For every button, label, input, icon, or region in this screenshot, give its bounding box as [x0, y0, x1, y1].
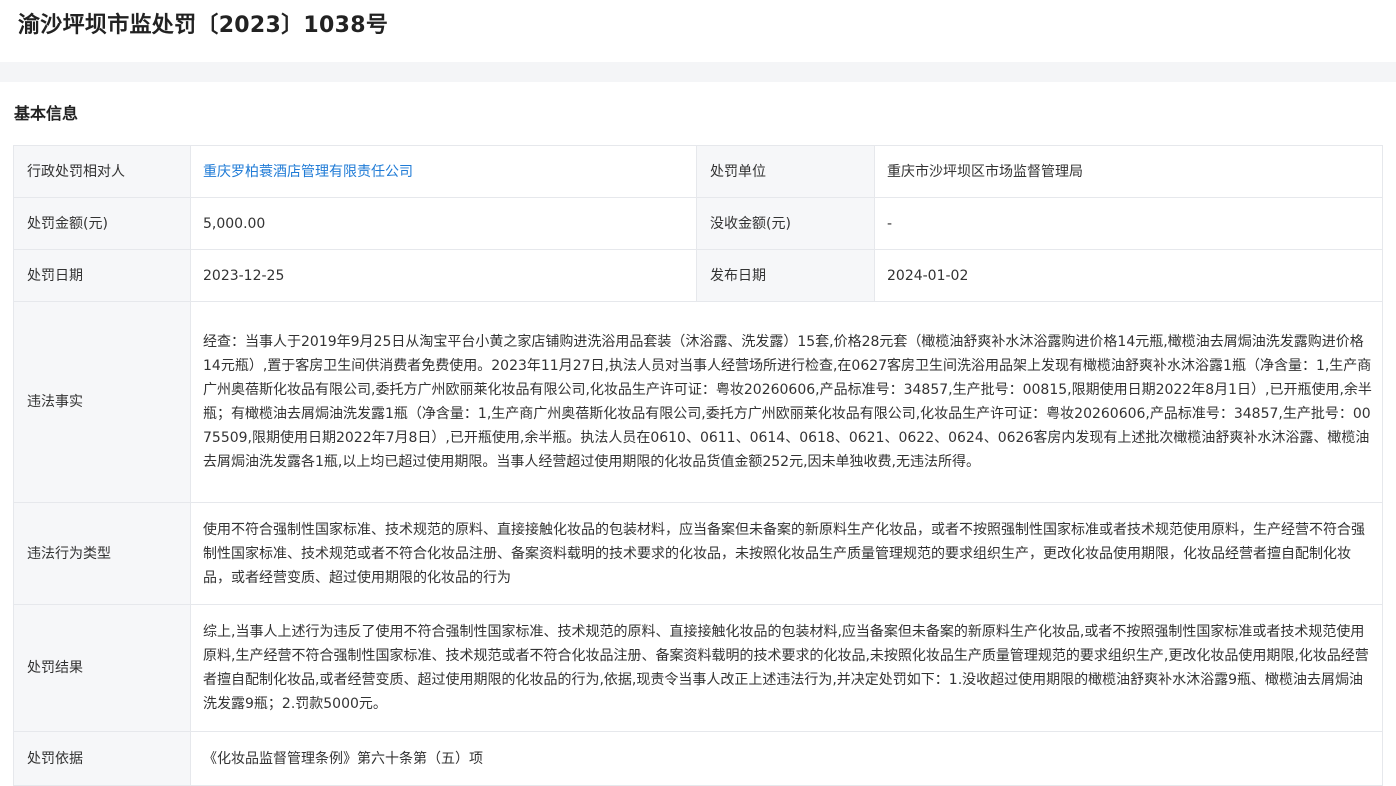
- table-row: 行政处罚相对人 重庆罗柏蓑酒店管理有限责任公司 处罚单位 重庆市沙坪坝区市场监督…: [13, 145, 1383, 198]
- party-label: 行政处罚相对人: [13, 145, 191, 198]
- table-row: 处罚结果 综上,当事人上述行为违反了使用不符合强制性国家标准、技术规范的原料、直…: [13, 604, 1383, 732]
- penalty-date-value: 2023-12-25: [190, 249, 697, 302]
- table-row: 违法行为类型 使用不符合强制性国家标准、技术规范的原料、直接接触化妆品的包装材料…: [13, 502, 1383, 605]
- unit-label: 处罚单位: [696, 145, 875, 198]
- penalty-date-label: 处罚日期: [13, 249, 191, 302]
- result-label: 处罚结果: [13, 604, 191, 732]
- basic-info-table: 行政处罚相对人 重庆罗柏蓑酒店管理有限责任公司 处罚单位 重庆市沙坪坝区市场监督…: [13, 145, 1383, 786]
- confiscated-label: 没收金额(元): [696, 197, 875, 250]
- basis-label: 处罚依据: [13, 731, 191, 786]
- page-title: 渝沙坪坝市监处罚〔2023〕1038号: [18, 13, 389, 38]
- facts-label: 违法事实: [13, 301, 191, 503]
- unit-value: 重庆市沙坪坝区市场监督管理局: [874, 145, 1383, 198]
- table-row: 处罚日期 2023-12-25 发布日期 2024-01-02: [13, 249, 1383, 302]
- violation-type-label: 违法行为类型: [13, 502, 191, 605]
- table-row: 违法事实 经查：当事人于2019年9月25日从淘宝平台小黄之家店铺购进洗浴用品套…: [13, 301, 1383, 503]
- table-row: 处罚金额(元) 5,000.00 没收金额(元) -: [13, 197, 1383, 250]
- confiscated-value: -: [874, 197, 1383, 250]
- section-title: 基本信息: [14, 104, 79, 123]
- violation-type-value: 使用不符合强制性国家标准、技术规范的原料、直接接触化妆品的包装材料，应当备案但未…: [190, 502, 1383, 605]
- amount-value: 5,000.00: [190, 197, 697, 250]
- amount-label: 处罚金额(元): [13, 197, 191, 250]
- header-divider: [0, 62, 1396, 82]
- party-link[interactable]: 重庆罗柏蓑酒店管理有限责任公司: [190, 145, 697, 198]
- publish-date-value: 2024-01-02: [874, 249, 1383, 302]
- basis-value: 《化妆品监督管理条例》第六十条第（五）项: [190, 731, 1383, 786]
- table-row: 处罚依据 《化妆品监督管理条例》第六十条第（五）项: [13, 731, 1383, 786]
- page-header: 渝沙坪坝市监处罚〔2023〕1038号: [0, 0, 1396, 62]
- facts-value: 经查：当事人于2019年9月25日从淘宝平台小黄之家店铺购进洗浴用品套装（沐浴露…: [190, 301, 1383, 503]
- result-value: 综上,当事人上述行为违反了使用不符合强制性国家标准、技术规范的原料、直接接触化妆…: [190, 604, 1383, 732]
- publish-date-label: 发布日期: [696, 249, 875, 302]
